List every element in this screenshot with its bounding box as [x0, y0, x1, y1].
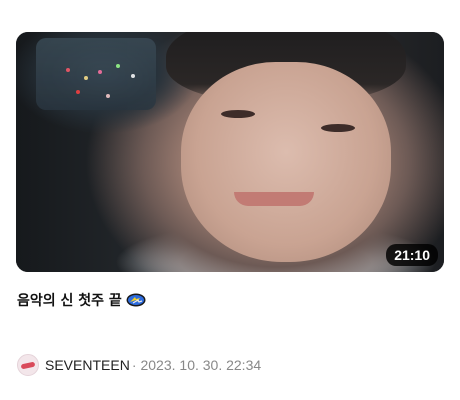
thumbnail-right-eye — [321, 124, 355, 132]
channel-meta: SEVENTEEN · 2023. 10. 30. 22:34 — [17, 354, 261, 376]
title-row: 음악의 신 첫주 끝 — [17, 290, 146, 310]
seventeen-logo-icon[interactable] — [17, 354, 39, 376]
video-title[interactable]: 음악의 신 첫주 끝 — [17, 290, 122, 310]
publish-date: 2023. 10. 30. 22:34 — [140, 357, 262, 373]
thumbnail-mouth — [234, 192, 314, 206]
uno-reverse-card-icon — [126, 293, 146, 307]
meta-separator: · — [131, 357, 137, 373]
thumbnail-car-window — [36, 38, 156, 110]
thumbnail-face — [181, 62, 391, 262]
duration-badge: 21:10 — [386, 244, 438, 266]
channel-name[interactable]: SEVENTEEN — [45, 357, 130, 373]
thumbnail-left-eye — [221, 110, 255, 118]
video-thumbnail[interactable]: 21:10 — [16, 32, 444, 272]
video-card: 21:10 음악의 신 첫주 끝 SEVENTEEN · 2023. 10. 3… — [0, 0, 460, 400]
